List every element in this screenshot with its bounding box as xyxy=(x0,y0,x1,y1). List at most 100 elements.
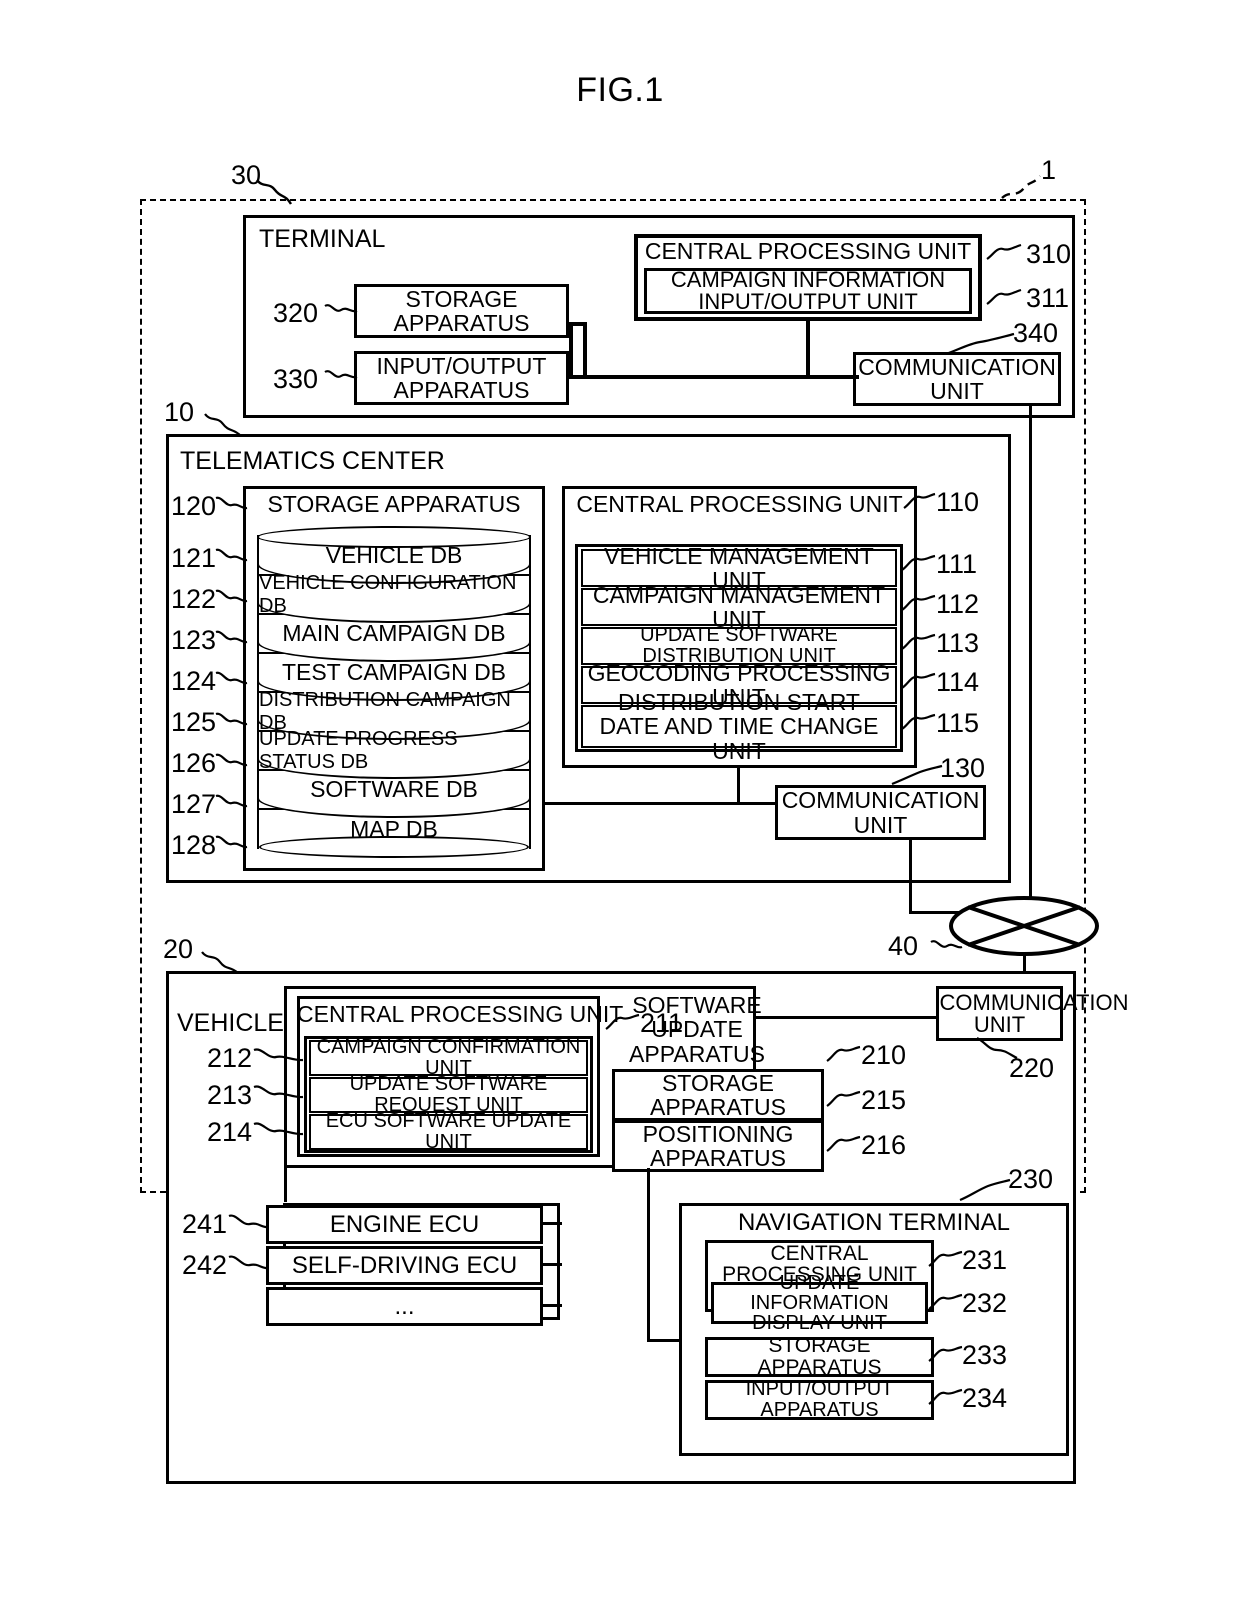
telematics-center-label: TELEMATICS CENTER xyxy=(180,447,445,475)
ref-330: 330 xyxy=(273,364,319,394)
ref-232: 232 xyxy=(962,1288,1008,1318)
ref-230: 230 xyxy=(1008,1164,1054,1194)
wire-storage-down xyxy=(583,322,587,377)
engine-ecu-label: ENGINE ECU xyxy=(329,1210,480,1238)
campaign-management-unit: CAMPAIGN MANAGEMENT UNIT xyxy=(581,582,897,631)
db-update-progress-status: UPDATE PROGRESS STATUS DB xyxy=(257,728,531,779)
ref-127: 127 xyxy=(171,789,217,819)
db-software: SOFTWARE DB xyxy=(257,769,531,818)
wire-cpu-to-bus-tc xyxy=(737,768,740,804)
ref-10: 10 xyxy=(164,397,195,427)
nav-storage-apparatus: STORAGE APPARATUS xyxy=(705,1333,934,1379)
terminal-storage-apparatus-label: STORAGE APPARATUS xyxy=(393,285,530,336)
nav-io-apparatus: INPUT/OUTPUT APPARATUS xyxy=(705,1377,934,1421)
ref-122: 122 xyxy=(171,584,217,614)
ref-115: 115 xyxy=(936,708,980,738)
patent-figure: FIG.1 1 TERMINAL 30 STORAGE APPARATUS 32… xyxy=(0,0,1240,1608)
db-vehicle-label: VEHICLE DB xyxy=(325,542,463,568)
ref-233: 233 xyxy=(962,1340,1008,1370)
tc-storage-apparatus-label: STORAGE APPARATUS xyxy=(267,491,521,517)
wire-terminal-to-net xyxy=(1029,406,1032,918)
ref-234: 234 xyxy=(962,1383,1008,1413)
ref-213: 213 xyxy=(207,1080,253,1110)
db-test-campaign: TEST CAMPAIGN DB xyxy=(257,652,531,701)
wire-ecu3-stub xyxy=(540,1304,562,1307)
terminal-communication-unit-label: COMMUNICATION UNIT xyxy=(858,353,1056,404)
distribution-start-change-unit-label: DISTRIBUTION START DATE AND TIME CHANGE … xyxy=(599,688,879,764)
terminal-storage-apparatus: STORAGE APPARATUS xyxy=(354,284,569,338)
terminal-communication-unit: COMMUNICATION UNIT xyxy=(853,352,1061,406)
wire-comm-to-net-v xyxy=(909,840,912,914)
db-software-label: SOFTWARE DB xyxy=(310,776,478,802)
ref-20: 20 xyxy=(163,934,194,964)
ref-112: 112 xyxy=(936,589,980,619)
ref-110: 110 xyxy=(936,487,980,517)
positioning-apparatus-label: POSITIONING APPARATUS xyxy=(642,1120,794,1171)
ref-215: 215 xyxy=(861,1085,907,1115)
ref-216: 216 xyxy=(861,1130,907,1160)
db-main-campaign-label: MAIN CAMPAIGN DB xyxy=(282,620,506,646)
ref-system-1: 1 xyxy=(1041,155,1057,185)
update-information-display-unit: UPDATE INFORMATION DISPLAY UNIT xyxy=(711,1273,928,1333)
nav-io-apparatus-label: INPUT/OUTPUT APPARATUS xyxy=(745,1377,894,1421)
vehicle-storage-apparatus: STORAGE APPARATUS xyxy=(612,1069,824,1121)
update-information-display-unit-label: UPDATE INFORMATION DISPLAY UNIT xyxy=(750,1272,889,1334)
tc-cpu-label: CENTRAL PROCESSING UNIT xyxy=(576,491,903,517)
campaign-confirmation-unit: CAMPAIGN CONFIRMATION UNIT xyxy=(309,1036,588,1079)
ecu-software-update-unit: ECU SOFTWARE UPDATE UNIT xyxy=(309,1109,588,1153)
ref-125: 125 xyxy=(171,707,217,737)
wire-ecu2-stub xyxy=(540,1263,562,1266)
vehicle-communication-unit-label: COMMUNICATION UNIT xyxy=(939,989,1129,1037)
ref-220: 220 xyxy=(1009,1053,1055,1083)
wire-sua-down xyxy=(647,1168,650,1342)
positioning-apparatus: POSITIONING APPARATUS xyxy=(612,1120,824,1172)
db-test-campaign-label: TEST CAMPAIGN DB xyxy=(281,659,507,685)
ref-340: 340 xyxy=(1013,318,1059,348)
ref-111: 111 xyxy=(936,549,978,579)
ref-120: 120 xyxy=(171,491,217,521)
campaign-info-io-unit: CAMPAIGN INFORMATION INPUT/OUTPUT UNIT xyxy=(644,268,972,314)
nav-storage-apparatus-label: STORAGE APPARATUS xyxy=(757,1333,882,1379)
update-software-request-unit: UPDATE SOFTWARE REQUEST UNIT xyxy=(309,1073,588,1116)
ecu-software-update-unit-label: ECU SOFTWARE UPDATE UNIT xyxy=(325,1109,572,1153)
wire-io-to-comm xyxy=(569,375,859,379)
db-main-campaign: MAIN CAMPAIGN DB xyxy=(257,613,531,662)
ref-311: 311 xyxy=(1026,283,1070,313)
vehicle-cpu-label: CENTRAL PROCESSING UNIT xyxy=(297,1001,624,1027)
db-distribution-campaign: DISTRIBUTION CAMPAIGN DB xyxy=(257,689,531,740)
wire-cpu-to-bus xyxy=(806,321,810,377)
ref-123: 123 xyxy=(171,625,217,655)
distribution-start-change-unit: DISTRIBUTION START DATE AND TIME CHANGE … xyxy=(581,690,897,763)
ref-113: 113 xyxy=(936,628,980,658)
wire-storage-to-comm xyxy=(545,802,777,805)
tc-communication-unit-label: COMMUNICATION UNIT xyxy=(781,787,980,838)
db-vehicle-configuration: VEHICLE CONFIGURATION DB xyxy=(257,572,531,623)
wire-sua-to-vehicle-comm xyxy=(756,1016,938,1019)
ref-114: 114 xyxy=(936,667,980,697)
ref-241: 241 xyxy=(182,1209,228,1239)
terminal-label: TERMINAL xyxy=(259,225,386,253)
network-cloud-icon xyxy=(949,896,1099,956)
ref-320: 320 xyxy=(273,298,319,328)
other-ecu-label: ... xyxy=(394,1292,415,1320)
ref-126: 126 xyxy=(171,748,217,778)
vehicle-storage-apparatus-label: STORAGE APPARATUS xyxy=(650,1069,786,1120)
ref-242: 242 xyxy=(182,1250,228,1280)
ref-310: 310 xyxy=(1026,239,1072,269)
ref-214: 214 xyxy=(207,1117,253,1147)
ref-121: 121 xyxy=(171,543,217,573)
terminal-cpu-label: CENTRAL PROCESSING UNIT xyxy=(644,238,972,264)
terminal-io-apparatus: INPUT/OUTPUT APPARATUS xyxy=(354,351,569,405)
ref-130: 130 xyxy=(940,753,986,783)
ref-124: 124 xyxy=(171,666,217,696)
ref-210: 210 xyxy=(861,1040,907,1070)
db-map-label: MAP DB xyxy=(350,816,438,842)
terminal-io-apparatus-label: INPUT/OUTPUT APPARATUS xyxy=(376,352,547,403)
wire-storage-to-bus xyxy=(569,322,573,377)
ref-211: 211 xyxy=(640,1008,684,1038)
self-driving-ecu: SELF-DRIVING ECU xyxy=(266,1246,543,1285)
campaign-info-io-unit-label: CAMPAIGN INFORMATION INPUT/OUTPUT UNIT xyxy=(670,267,946,314)
ref-terminal-30: 30 xyxy=(231,160,262,190)
wire-ecu1-stub xyxy=(540,1222,562,1225)
engine-ecu: ENGINE ECU xyxy=(266,1205,543,1244)
